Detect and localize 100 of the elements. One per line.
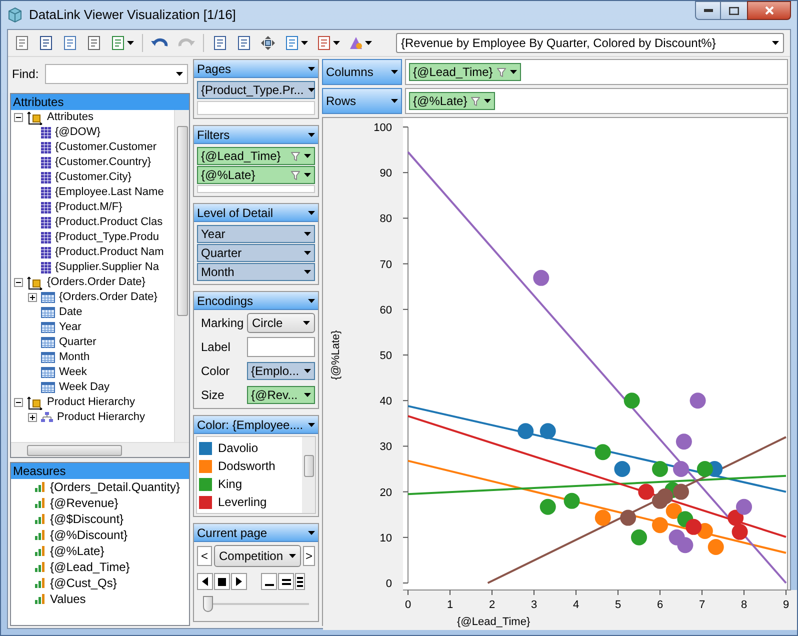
y-tick-label: 100 <box>374 122 392 134</box>
play-button[interactable] <box>231 573 247 590</box>
tree-item[interactable]: Attributes <box>47 110 94 126</box>
panel-title: Measures <box>11 463 189 479</box>
grid-icon <box>41 186 51 198</box>
previous-button[interactable]: < <box>197 546 212 566</box>
vertical-scrollbar[interactable] <box>302 437 315 513</box>
tree-item[interactable]: Product Hierarchy <box>57 409 146 426</box>
y-tick-label: 30 <box>380 441 392 454</box>
layout-button[interactable] <box>261 573 277 590</box>
tree-item[interactable]: {Product.Product Clas <box>55 214 163 231</box>
next-button[interactable]: > <box>303 546 315 566</box>
layout-button[interactable] <box>295 573 305 590</box>
x-axis-title: {@Lead_Time} <box>457 616 530 628</box>
field-pill[interactable]: {@%Late} <box>409 92 496 110</box>
measure-item[interactable]: Values <box>50 590 86 608</box>
panel-header[interactable]: Current page <box>194 524 318 542</box>
shelf-header[interactable]: Columns <box>322 59 402 85</box>
expand-toggle[interactable] <box>28 293 37 302</box>
panel-header[interactable]: Color: {Employee.... <box>194 416 318 434</box>
label-field[interactable] <box>247 337 315 357</box>
bar-chart-icon <box>35 498 45 508</box>
page-select[interactable]: Competition <box>214 545 301 567</box>
y-tick-label: 60 <box>380 304 392 316</box>
tree-item[interactable]: Month <box>59 349 90 366</box>
measure-item[interactable]: {@Lead_Time} <box>50 558 130 576</box>
field-pill[interactable]: {@Lead_Time} <box>409 63 521 81</box>
measure-item[interactable]: {Orders_Detail.Quantity} <box>50 478 180 496</box>
panel-header[interactable]: Encodings <box>194 292 318 310</box>
marking-select[interactable]: Circle <box>247 313 315 333</box>
close-button[interactable] <box>747 1 791 20</box>
legend-label: Leverling <box>218 494 267 511</box>
tree-item[interactable]: {Orders.Order Date} <box>47 274 146 291</box>
tree-item[interactable]: Year <box>59 319 82 336</box>
horizontal-scrollbar[interactable] <box>11 442 189 457</box>
expand-toggle[interactable] <box>14 113 23 122</box>
maximize-button[interactable] <box>721 1 747 20</box>
bar-chart-icon <box>35 514 45 524</box>
tree-item[interactable]: {Customer.City} <box>55 169 132 186</box>
stop-button[interactable] <box>214 573 230 590</box>
tree-item[interactable]: Week Day <box>59 379 110 396</box>
tree-item[interactable]: {Product.Product Nam <box>55 244 164 261</box>
field-pill[interactable]: {Emplo... <box>247 362 315 380</box>
panel-header[interactable]: Level of Detail <box>194 204 318 222</box>
measure-item[interactable]: {@$Discount} <box>50 510 124 528</box>
field-pill[interactable]: {@Lead_Time} <box>197 147 315 165</box>
measure-item[interactable]: {@%Discount} <box>50 526 128 544</box>
y-tick-label: 20 <box>380 486 392 499</box>
tree-item[interactable]: Quarter <box>59 334 96 351</box>
tree-item[interactable]: {Customer.Country} <box>55 154 151 171</box>
vertical-scrollbar[interactable] <box>174 110 189 442</box>
measure-item[interactable]: {@Cust_Qs} <box>50 574 117 592</box>
find-field[interactable] <box>44 64 188 84</box>
field-pill[interactable]: Year <box>197 225 315 243</box>
expand-toggle[interactable] <box>28 413 37 422</box>
panel-header[interactable]: Filters <box>194 126 318 144</box>
step-back-button[interactable] <box>197 573 213 590</box>
tree-item[interactable]: {Product_Type.Produ <box>55 229 159 246</box>
tree-item[interactable]: {Customer.Customer <box>55 139 156 156</box>
x-tick-label: 5 <box>614 599 622 611</box>
caret-icon <box>308 298 315 302</box>
triple-line-icon <box>297 576 303 586</box>
tree-item[interactable]: {Supplier.Supplier Na <box>55 259 159 276</box>
shelf-header[interactable]: Rows <box>322 88 402 114</box>
encoding-label: Label <box>200 339 232 356</box>
field-pill[interactable]: {@%Late} <box>197 166 315 184</box>
field-pill[interactable]: Month <box>197 263 315 281</box>
triangle-left-icon <box>202 577 208 586</box>
grid-icon <box>41 126 51 138</box>
slider-thumb[interactable] <box>203 596 213 612</box>
field-pill[interactable]: Quarter <box>197 244 315 262</box>
legend-label: King <box>218 476 242 493</box>
tree-item[interactable]: Week <box>59 364 87 381</box>
caret-icon <box>304 393 311 397</box>
layout-button[interactable] <box>278 573 294 590</box>
view-select[interactable]: {Revenue by Employee By Quarter, Colored by Discount%} <box>396 33 784 53</box>
tree-item[interactable]: Date <box>59 304 82 321</box>
measure-item[interactable]: {@Revenue} <box>50 494 118 512</box>
expand-toggle[interactable] <box>14 278 23 287</box>
caret-icon <box>303 321 310 325</box>
paint-icon[interactable] <box>348 35 364 51</box>
minimize-button[interactable] <box>695 1 721 20</box>
grid-icon <box>41 202 51 214</box>
tree-item[interactable]: {@DOW} <box>55 124 100 141</box>
caret-icon <box>308 210 315 214</box>
tree-item[interactable]: {Employee.Last Name <box>55 184 164 201</box>
measure-item[interactable]: {@%Late} <box>50 542 104 560</box>
field-pill[interactable]: {@Rev... <box>247 386 315 404</box>
move-icon[interactable] <box>260 35 276 51</box>
panel-header[interactable]: Pages <box>194 60 318 78</box>
y-tick-label: 0 <box>386 578 392 590</box>
new-file-icon[interactable] <box>14 35 30 51</box>
tree-item[interactable]: Product Hierarchy <box>47 394 136 411</box>
tree-item[interactable]: {Orders.Order Date} <box>59 289 158 306</box>
field-pill[interactable]: {Product_Type.Pr... <box>197 81 315 99</box>
y-tick-label: 10 <box>380 532 392 544</box>
tree-item[interactable]: {Product.M/F} <box>55 199 122 216</box>
expand-toggle[interactable] <box>14 398 23 407</box>
grid-icon <box>41 246 51 258</box>
grid-icon <box>41 156 51 168</box>
